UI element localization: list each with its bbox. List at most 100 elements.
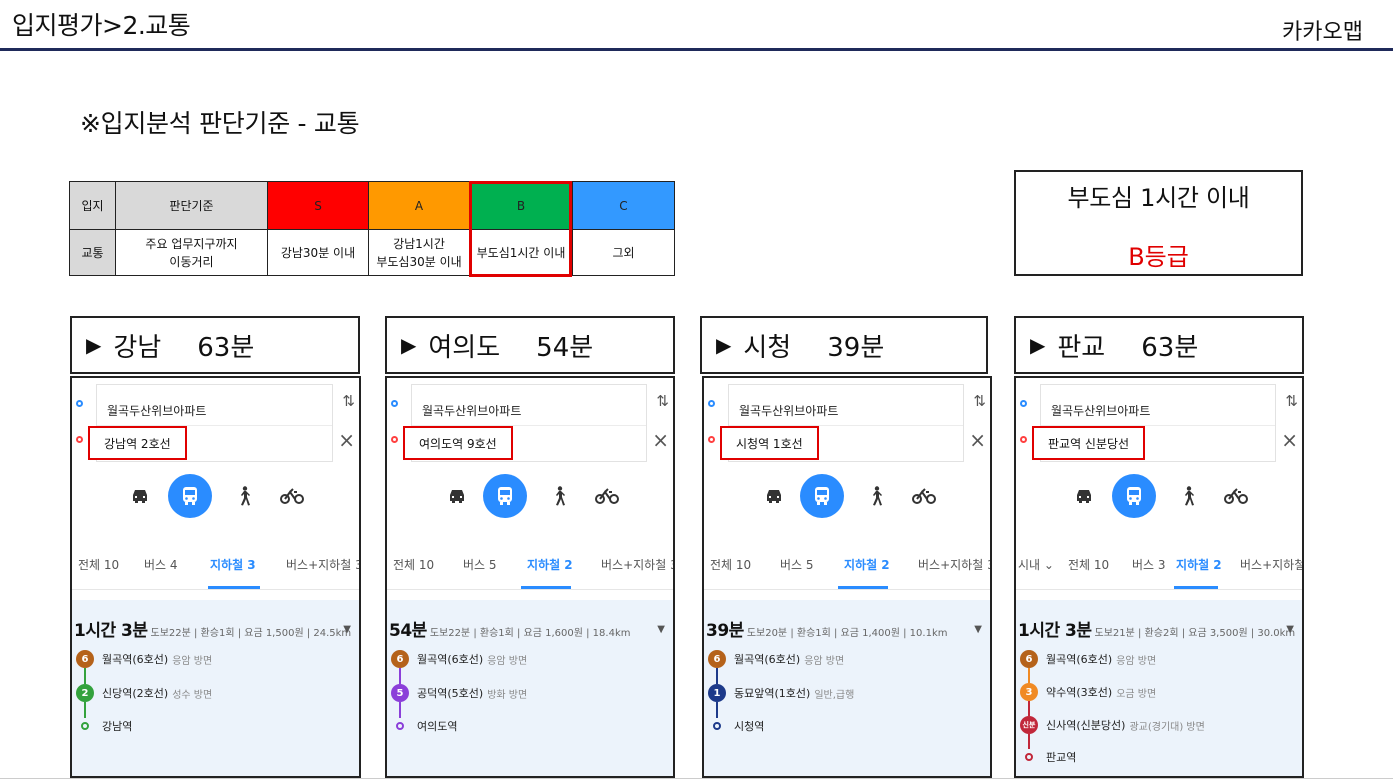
route-stop: 여의도역	[391, 718, 457, 734]
swap-icon[interactable]: ⇅	[973, 392, 986, 410]
tab-3[interactable]: 버스+지하철 3	[601, 556, 673, 573]
line-badge-icon: 2	[76, 684, 94, 702]
tab-0[interactable]: 전체 10	[710, 556, 751, 573]
bike-mode-button[interactable]	[270, 474, 314, 518]
expand-caret-icon[interactable]: ▼	[657, 624, 665, 635]
destination-title: ▶ 여의도 54분	[385, 316, 675, 374]
transit-mode-button[interactable]	[1112, 474, 1156, 518]
walk-mode-button[interactable]	[222, 474, 266, 518]
route-summary: 1시간 3분 도보22분 | 환승1회 | 요금 1,500원 | 24.5km	[74, 616, 351, 641]
stop-direction: 응암 방면	[804, 655, 845, 667]
expand-caret-icon[interactable]: ▼	[343, 624, 351, 635]
criteria-a: 강남1시간 부도심30분 이내	[368, 229, 470, 276]
tab-2[interactable]: 지하철 3	[210, 556, 256, 573]
close-icon[interactable]: ×	[969, 428, 986, 452]
tab-3[interactable]: 버스+지하철 3	[918, 556, 990, 573]
bike-mode-button[interactable]	[585, 474, 629, 518]
map-panel-4: 월곡두산위브아파트 판교역 신분당선 ⇅ × 시내 ⌄ 전체 10 버스 3 지하철 …	[1014, 376, 1304, 778]
grade-c: C	[572, 181, 675, 230]
expand-caret-icon[interactable]: ▼	[1286, 624, 1294, 635]
transit-mode-button[interactable]	[168, 474, 212, 518]
walk-mode-button[interactable]	[1166, 474, 1210, 518]
line-badge-icon: 6	[76, 650, 94, 668]
active-tab-indicator	[1174, 586, 1218, 589]
criteria-a-line1: 강남1시간	[393, 236, 445, 251]
swap-icon[interactable]: ⇅	[342, 392, 355, 410]
destination-input[interactable]: 여의도역 9호선	[403, 426, 513, 460]
destination-name: 여의도	[428, 332, 501, 363]
destination-input[interactable]: 판교역 신분당선	[1032, 426, 1146, 460]
route-result: 39분 도보20분 | 환승1회 | 요금 1,400원 | 10.1km ▼ 6…	[704, 600, 990, 776]
walk-icon	[873, 486, 882, 506]
map-panel-2: 월곡두산위브아파트 여의도역 9호선 ⇅ × 전체 10 버스 5 지하철 2 버스+…	[385, 376, 675, 778]
walk-mode-button[interactable]	[537, 474, 581, 518]
route-stop: 1 동묘앞역(1호선) 일반,급행	[708, 684, 854, 702]
bike-mode-button[interactable]	[1214, 474, 1258, 518]
car-icon	[767, 490, 781, 503]
section-subtitle: ※입지분석 판단기준 - 교통	[80, 109, 360, 138]
tab-1[interactable]: 전체 10	[1068, 556, 1109, 573]
tab-2[interactable]: 지하철 2	[527, 556, 573, 573]
route-stop: 2 신당역(2호선) 성수 방면	[76, 684, 212, 702]
bike-icon	[912, 488, 936, 504]
header-location: 입지	[69, 181, 116, 230]
transit-mode-button[interactable]	[483, 474, 527, 518]
bike-mode-button[interactable]	[902, 474, 946, 518]
route-connector	[716, 702, 718, 718]
triangle-icon: ▶	[716, 333, 732, 357]
tab-1[interactable]: 버스 5	[463, 556, 497, 573]
tab-3[interactable]: 버스+지하철 3	[286, 556, 359, 573]
stop-name: 신당역(2호선)	[102, 687, 169, 700]
tab-1[interactable]: 버스 4	[144, 556, 178, 573]
line-badge-icon: 6	[708, 650, 726, 668]
tab-2[interactable]: 지하철 2	[844, 556, 890, 573]
car-mode-button[interactable]	[752, 474, 796, 518]
transit-mode-button[interactable]	[800, 474, 844, 518]
tab-0[interactable]: 시내 ⌄	[1018, 556, 1054, 573]
stop-name: 시청역	[734, 720, 765, 733]
route-result: 1시간 3분 도보21분 | 환승2회 | 요금 3,500원 | 30.0km …	[1016, 600, 1302, 776]
bus-icon	[498, 487, 512, 505]
tab-1[interactable]: 버스 5	[780, 556, 814, 573]
stop-name: 신사역(신분당선)	[1046, 719, 1126, 732]
tab-3[interactable]: 지하철 2	[1176, 556, 1222, 573]
swap-icon[interactable]: ⇅	[656, 392, 669, 410]
stop-direction: 광교(경기대) 방면	[1129, 721, 1205, 733]
line-badge-icon: 6	[1020, 650, 1038, 668]
transport-modes	[72, 474, 359, 518]
car-mode-button[interactable]	[1062, 474, 1106, 518]
route-stop: 6 월곡역(6호선) 응암 방면	[1020, 650, 1156, 668]
triangle-icon: ▶	[1030, 333, 1046, 357]
close-icon[interactable]: ×	[652, 428, 669, 452]
destination-time: 39분	[827, 332, 885, 363]
stop-name: 월곡역(6호선)	[417, 653, 484, 666]
stop-direction: 응암 방면	[1116, 655, 1157, 667]
origin-dot-icon	[76, 400, 83, 407]
page-title: 입지평가>2.교통	[12, 11, 191, 40]
origin-input[interactable]: 월곡두산위브아파트	[107, 402, 206, 419]
tab-4[interactable]: 버스+지하철 5	[1240, 556, 1302, 573]
car-mode-button[interactable]	[435, 474, 479, 518]
destination-input[interactable]: 강남역 2호선	[88, 426, 187, 460]
close-icon[interactable]: ×	[338, 428, 355, 452]
route-stop: 판교역	[1020, 749, 1076, 765]
origin-input[interactable]: 월곡두산위브아파트	[739, 402, 838, 419]
tab-0[interactable]: 전체 10	[393, 556, 434, 573]
destination-input[interactable]: 시청역 1호선	[720, 426, 819, 460]
brand-label: 카카오맵	[1282, 20, 1363, 45]
row-criteria-line2: 이동거리	[169, 254, 214, 269]
car-mode-button[interactable]	[118, 474, 162, 518]
origin-input[interactable]: 월곡두산위브아파트	[1051, 402, 1150, 419]
tab-2[interactable]: 버스 3	[1132, 556, 1166, 573]
bus-icon	[183, 487, 197, 505]
stop-name: 약수역(3호선)	[1046, 686, 1113, 699]
close-icon[interactable]: ×	[1281, 428, 1298, 452]
origin-input[interactable]: 월곡두산위브아파트	[422, 402, 521, 419]
transport-modes	[1016, 474, 1302, 518]
tab-0[interactable]: 전체 10	[78, 556, 119, 573]
expand-caret-icon[interactable]: ▼	[974, 624, 982, 635]
line-badge-icon: 1	[708, 684, 726, 702]
walk-mode-button[interactable]	[854, 474, 898, 518]
swap-icon[interactable]: ⇅	[1285, 392, 1298, 410]
walk-icon	[241, 486, 250, 506]
